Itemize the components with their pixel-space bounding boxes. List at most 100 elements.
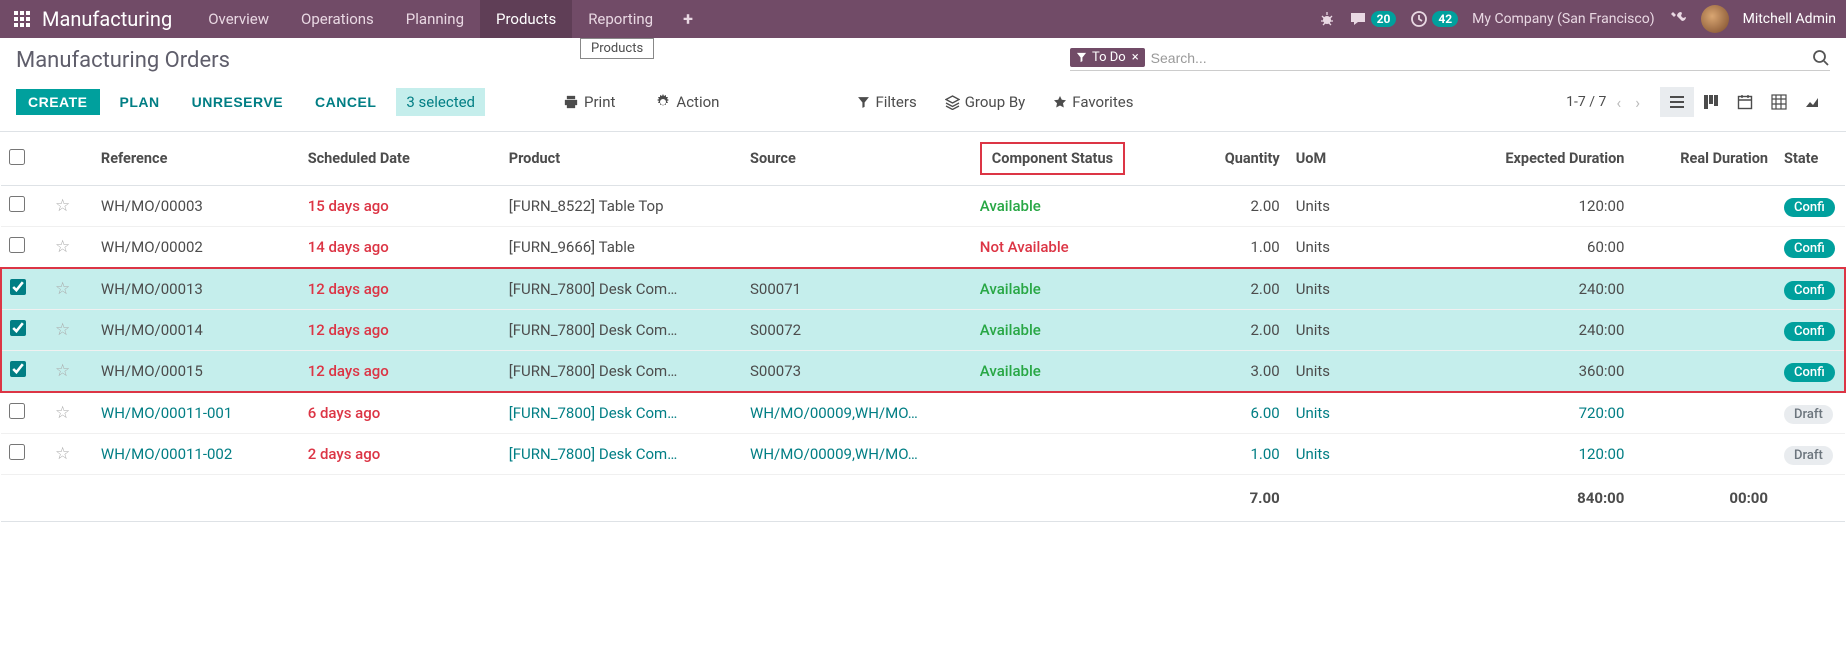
cell-uom[interactable]: Units bbox=[1288, 434, 1403, 475]
cell-reference[interactable]: WH/MO/00011-002 bbox=[93, 434, 300, 475]
star-icon[interactable]: ☆ bbox=[55, 361, 70, 381]
cell-reference[interactable]: WH/MO/00011-001 bbox=[93, 392, 300, 434]
star-icon[interactable]: ☆ bbox=[55, 237, 70, 257]
cell-reference[interactable]: WH/MO/00002 bbox=[93, 227, 300, 269]
cell-product[interactable]: [FURN_7800] Desk Com… bbox=[501, 351, 742, 393]
view-calendar-icon[interactable] bbox=[1728, 87, 1762, 117]
cell-source[interactable] bbox=[742, 186, 972, 227]
cell-product[interactable]: [FURN_7800] Desk Com… bbox=[501, 310, 742, 351]
star-icon[interactable]: ☆ bbox=[55, 444, 70, 464]
cell-source[interactable]: WH/MO/00009,WH/MO… bbox=[742, 392, 972, 434]
cell-reference[interactable]: WH/MO/00014 bbox=[93, 310, 300, 351]
tools-icon[interactable] bbox=[1669, 10, 1687, 28]
cell-product[interactable]: [FURN_9666] Table bbox=[501, 227, 742, 269]
view-kanban-icon[interactable] bbox=[1694, 87, 1728, 117]
th-source[interactable]: Source bbox=[742, 132, 972, 186]
cell-uom[interactable]: Units bbox=[1288, 268, 1403, 310]
table-row[interactable]: ☆ WH/MO/0001312 days ago[FURN_7800] Desk … bbox=[1, 268, 1845, 310]
th-uom[interactable]: UoM bbox=[1288, 132, 1403, 186]
th-real-duration[interactable]: Real Duration bbox=[1632, 132, 1776, 186]
search-bar[interactable]: To Do × bbox=[1070, 48, 1830, 71]
th-state[interactable]: State bbox=[1776, 132, 1845, 186]
cancel-button[interactable]: CANCEL bbox=[303, 89, 388, 115]
th-expected-duration[interactable]: Expected Duration bbox=[1403, 132, 1633, 186]
view-list-icon[interactable] bbox=[1660, 87, 1694, 117]
table-row[interactable]: ☆WH/MO/00011-0016 days ago[FURN_7800] De… bbox=[1, 392, 1845, 434]
th-scheduled[interactable]: Scheduled Date bbox=[300, 132, 501, 186]
user-name[interactable]: Mitchell Admin bbox=[1743, 11, 1836, 27]
action-button[interactable]: Action bbox=[655, 93, 719, 111]
cell-scheduled: 12 days ago bbox=[300, 268, 501, 310]
app-title[interactable]: Manufacturing bbox=[42, 7, 172, 31]
cell-source[interactable] bbox=[742, 227, 972, 269]
messages-icon[interactable]: 20 bbox=[1349, 10, 1397, 28]
th-reference[interactable]: Reference bbox=[93, 132, 300, 186]
selected-count[interactable]: 3 selected bbox=[396, 88, 485, 116]
pager-next-icon[interactable]: › bbox=[1631, 93, 1644, 112]
select-all-checkbox[interactable] bbox=[9, 149, 25, 165]
star-icon[interactable]: ☆ bbox=[55, 196, 70, 216]
favorites-button[interactable]: Favorites bbox=[1053, 93, 1133, 111]
row-checkbox[interactable] bbox=[9, 196, 25, 212]
row-checkbox[interactable] bbox=[10, 320, 26, 336]
cell-source[interactable]: S00072 bbox=[742, 310, 972, 351]
table-row[interactable]: ☆WH/MO/0000315 days ago[FURN_8522] Table… bbox=[1, 186, 1845, 227]
star-icon[interactable]: ☆ bbox=[55, 320, 70, 340]
apps-icon[interactable] bbox=[10, 7, 34, 31]
search-facet-todo[interactable]: To Do × bbox=[1070, 48, 1145, 67]
company-selector[interactable]: My Company (San Francisco) bbox=[1472, 11, 1654, 27]
table-row[interactable]: ☆WH/MO/00011-0022 days ago[FURN_7800] De… bbox=[1, 434, 1845, 475]
th-quantity[interactable]: Quantity bbox=[1167, 132, 1288, 186]
view-graph-icon[interactable] bbox=[1796, 87, 1830, 117]
th-product[interactable]: Product bbox=[501, 132, 742, 186]
cell-product[interactable]: [FURN_8522] Table Top bbox=[501, 186, 742, 227]
activities-icon[interactable]: 42 bbox=[1410, 10, 1458, 28]
nav-reporting[interactable]: Reporting bbox=[572, 0, 669, 38]
table-row[interactable]: ☆WH/MO/0001412 days ago[FURN_7800] Desk … bbox=[1, 310, 1845, 351]
unreserve-button[interactable]: UNRESERVE bbox=[180, 89, 295, 115]
plan-button[interactable]: PLAN bbox=[108, 89, 172, 115]
row-checkbox[interactable] bbox=[9, 444, 25, 460]
pager-prev-icon[interactable]: ‹ bbox=[1612, 93, 1625, 112]
facet-remove-icon[interactable]: × bbox=[1132, 50, 1139, 65]
row-checkbox[interactable] bbox=[9, 237, 25, 253]
nav-operations[interactable]: Operations bbox=[285, 0, 390, 38]
avatar[interactable] bbox=[1701, 5, 1729, 33]
cell-component-status: Available bbox=[972, 186, 1167, 227]
cell-product[interactable]: [FURN_7800] Desk Com… bbox=[501, 434, 742, 475]
cell-source[interactable]: WH/MO/00009,WH/MO… bbox=[742, 434, 972, 475]
nav-add-icon[interactable]: + bbox=[669, 0, 707, 40]
groupby-button[interactable]: Group By bbox=[945, 93, 1026, 111]
table-row[interactable]: ☆WH/MO/0001512 days ago[FURN_7800] Desk … bbox=[1, 351, 1845, 393]
th-component-status[interactable]: Component Status bbox=[972, 132, 1167, 186]
cell-uom[interactable]: Units bbox=[1288, 186, 1403, 227]
view-pivot-icon[interactable] bbox=[1762, 87, 1796, 117]
row-checkbox[interactable] bbox=[9, 403, 25, 419]
cell-source[interactable]: S00071 bbox=[742, 268, 972, 310]
cell-reference[interactable]: WH/MO/00003 bbox=[93, 186, 300, 227]
cell-reference[interactable]: WH/MO/00015 bbox=[93, 351, 300, 393]
cell-uom[interactable]: Units bbox=[1288, 392, 1403, 434]
cell-uom[interactable]: Units bbox=[1288, 310, 1403, 351]
cell-uom[interactable]: Units bbox=[1288, 227, 1403, 269]
cell-uom[interactable]: Units bbox=[1288, 351, 1403, 393]
print-button[interactable]: Print bbox=[563, 93, 615, 111]
nav-planning[interactable]: Planning bbox=[390, 0, 480, 38]
create-button[interactable]: CREATE bbox=[16, 89, 100, 115]
cell-reference[interactable]: WH/MO/00013 bbox=[93, 268, 300, 310]
star-icon[interactable]: ☆ bbox=[55, 403, 70, 423]
pager-text[interactable]: 1-7 / 7 bbox=[1566, 94, 1606, 110]
row-checkbox[interactable] bbox=[10, 279, 26, 295]
cell-product[interactable]: [FURN_7800] Desk Com… bbox=[501, 392, 742, 434]
cell-source[interactable]: S00073 bbox=[742, 351, 972, 393]
table-row[interactable]: ☆WH/MO/0000214 days ago[FURN_9666] Table… bbox=[1, 227, 1845, 269]
star-icon[interactable]: ☆ bbox=[55, 279, 70, 299]
search-input[interactable] bbox=[1151, 50, 1804, 66]
search-icon[interactable] bbox=[1804, 49, 1830, 67]
nav-overview[interactable]: Overview bbox=[192, 0, 285, 38]
nav-products[interactable]: Products bbox=[480, 0, 572, 38]
row-checkbox[interactable] bbox=[10, 361, 26, 377]
filters-button[interactable]: Filters bbox=[857, 93, 916, 111]
cell-product[interactable]: [FURN_7800] Desk Com… bbox=[501, 268, 742, 310]
debug-icon[interactable] bbox=[1319, 11, 1335, 27]
